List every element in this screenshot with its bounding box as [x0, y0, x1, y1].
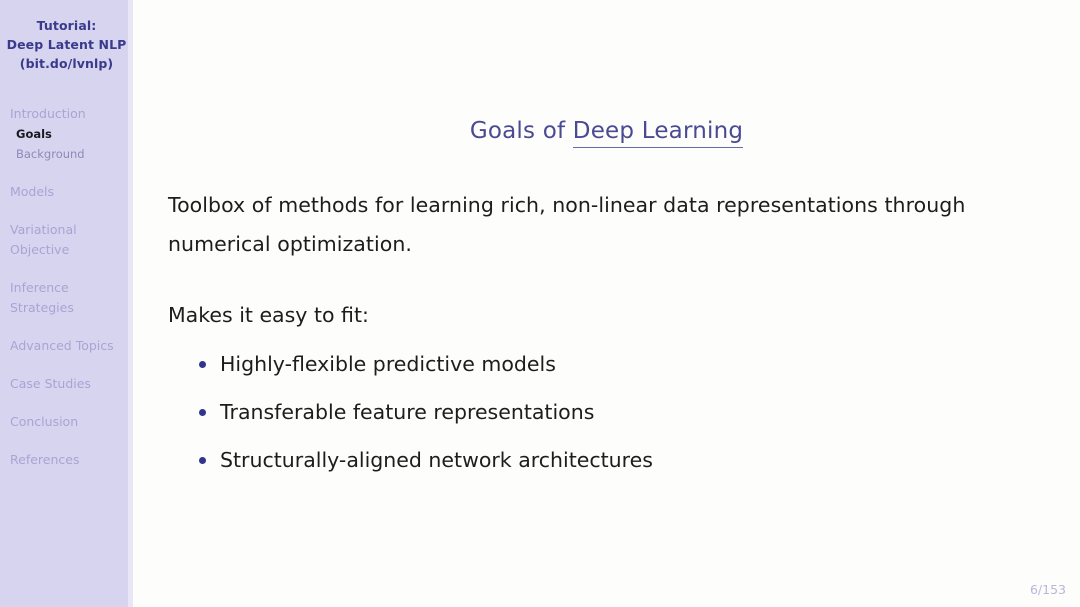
sidebar-title-line-3: (bit.do/lvnlp) [19, 56, 114, 71]
bullet-list: Highly-flexible predictive models Transf… [168, 351, 1040, 474]
sidebar: Tutorial: Deep Latent NLP (bit.do/lvnlp)… [0, 0, 133, 607]
page-number: 6/153 [1029, 582, 1066, 597]
sidebar-item-references[interactable]: References [0, 450, 133, 470]
bullet-dot-icon [199, 409, 206, 416]
list-item: Structurally-aligned network architectur… [168, 447, 1040, 474]
list-item: Transferable feature representations [168, 399, 1040, 426]
slide-content: Goals of Deep Learning Toolbox of method… [133, 0, 1080, 607]
sidebar-item-variational-objective[interactable]: Variational Objective [0, 220, 133, 260]
list-item-label: Transferable feature representations [220, 400, 595, 424]
list-item-label: Highly-flexible predictive models [220, 352, 556, 376]
sidebar-item-introduction[interactable]: Introduction [0, 104, 133, 124]
sidebar-item-inference-strategies[interactable]: Inference Strategies [0, 278, 133, 318]
sidebar-item-advanced-topics[interactable]: Advanced Topics [0, 336, 133, 356]
sidebar-title: Tutorial: Deep Latent NLP (bit.do/lvnlp) [0, 0, 133, 73]
page-title: Goals of Deep Learning [133, 118, 1080, 148]
lead-paragraph: Toolbox of methods for learning rich, no… [168, 193, 966, 256]
sidebar-item-case-studies[interactable]: Case Studies [0, 374, 133, 394]
slide: Tutorial: Deep Latent NLP (bit.do/lvnlp)… [0, 0, 1080, 607]
sidebar-title-line-1: Tutorial: [36, 18, 97, 33]
sidebar-item-models[interactable]: Models [0, 182, 133, 202]
makes-it-easy-line: Makes it easy to fit: [168, 303, 369, 327]
sidebar-item-background[interactable]: Background [0, 144, 133, 164]
bullet-dot-icon [199, 457, 206, 464]
bullet-dot-icon [199, 361, 206, 368]
sidebar-title-line-2: Deep Latent NLP [6, 37, 127, 52]
sidebar-item-goals[interactable]: Goals [0, 124, 133, 144]
sidebar-nav: Introduction Goals Background Models Var… [0, 104, 133, 470]
page-title-plain: Goals of [469, 118, 573, 144]
list-item: Highly-flexible predictive models [168, 351, 1040, 378]
sidebar-item-conclusion[interactable]: Conclusion [0, 412, 133, 432]
slide-body: Toolbox of methods for learning rich, no… [168, 186, 1040, 495]
list-item-label: Structurally-aligned network architectur… [220, 448, 653, 472]
page-title-underlined: Deep Learning [572, 118, 744, 148]
